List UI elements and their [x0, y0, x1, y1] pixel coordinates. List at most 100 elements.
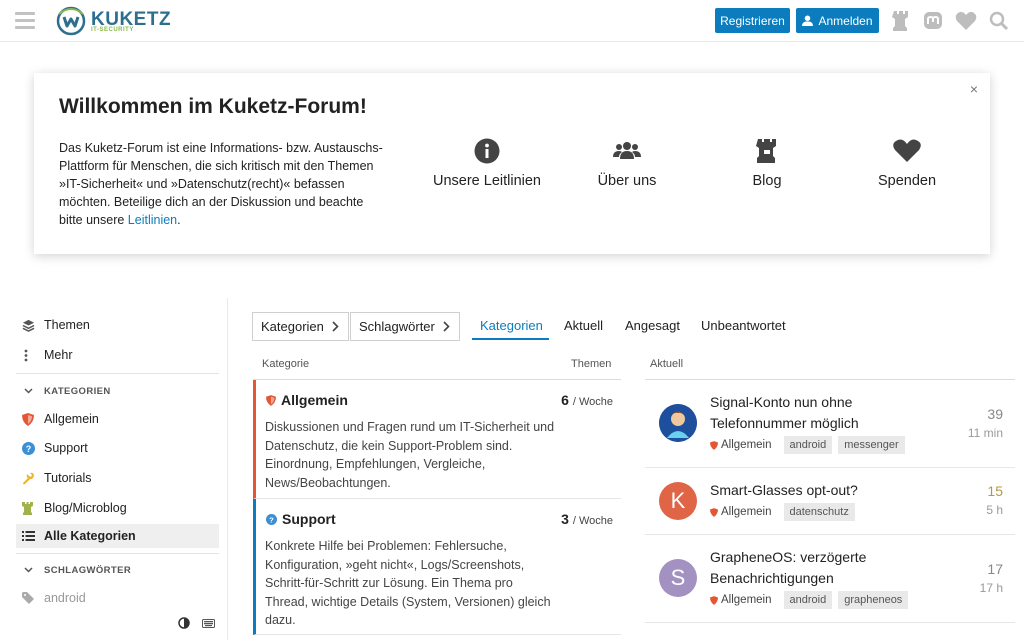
active-tab-indicator — [472, 338, 549, 340]
count-value: 6 — [561, 392, 569, 408]
topic-title[interactable]: Signal-Konto nun ohne Telefonnummer mögl… — [710, 392, 910, 434]
sidebar-item-more[interactable]: Mehr — [16, 343, 219, 367]
chess-rook-icon — [697, 137, 837, 165]
keyboard-icon[interactable] — [200, 616, 216, 630]
category-name[interactable]: ? Support — [266, 511, 336, 527]
sidebar-section-tags[interactable]: SCHLAGWÖRTER — [16, 559, 219, 581]
topic-tag[interactable]: android — [783, 591, 833, 609]
column-header-category[interactable]: Kategorie — [262, 358, 309, 370]
close-icon[interactable]: × — [970, 81, 978, 97]
category-name-label: Allgemein — [281, 392, 348, 408]
topic-category[interactable]: Allgemein — [710, 594, 772, 606]
dropdown-label: Kategorien — [261, 319, 324, 334]
column-header-topics[interactable]: Themen — [571, 358, 611, 370]
ellipsis-vertical-icon — [16, 349, 44, 362]
topic-row[interactable]: S GrapheneOS: verzögerte Benachrichtigun… — [645, 535, 1015, 623]
tab-latest[interactable]: Aktuell — [564, 318, 603, 333]
topic-tag[interactable]: messenger — [838, 436, 905, 454]
user-icon — [802, 15, 814, 26]
mastodon-icon[interactable] — [922, 10, 944, 32]
topic-age[interactable]: 5 h — [986, 503, 1003, 517]
tab-categories[interactable]: Kategorien — [480, 318, 543, 333]
topic-tag[interactable]: android — [783, 436, 833, 454]
banner-title: Willkommen im Kuketz-Forum! — [59, 95, 367, 118]
avatar[interactable] — [659, 404, 697, 442]
categories-dropdown[interactable]: Kategorien — [252, 312, 349, 341]
rook-icon — [16, 501, 44, 515]
sidebar-item-topics[interactable]: Themen — [16, 313, 219, 337]
topic-title[interactable]: GrapheneOS: verzögerte Benachrichtigunge… — [710, 547, 910, 589]
tag-icon — [16, 592, 44, 604]
link-about[interactable]: Über uns — [557, 137, 697, 189]
site-logo[interactable]: KUKETZ IT-SECURITY — [54, 5, 171, 37]
topic-title[interactable]: Smart-Glasses opt-out? — [710, 480, 910, 501]
layers-icon — [16, 319, 44, 332]
tags-dropdown[interactable]: Schlagwörter — [350, 312, 460, 341]
topic-reply-count[interactable]: 39 — [987, 406, 1003, 422]
welcome-banner: Willkommen im Kuketz-Forum! × Das Kuketz… — [34, 73, 990, 254]
logo-subtext: IT-SECURITY — [91, 27, 134, 33]
column-header-latest: Aktuell — [650, 358, 684, 370]
chevron-right-icon — [332, 321, 339, 332]
shield-icon — [16, 412, 44, 426]
banner-text-end: . — [177, 213, 181, 227]
link-donate[interactable]: Spenden — [837, 137, 977, 189]
sidebar-item-label: android — [44, 591, 86, 605]
category-name[interactable]: Allgemein — [266, 392, 348, 408]
tab-unanswered[interactable]: Unbeantwortet — [701, 318, 786, 333]
sidebar-item-label: Tutorials — [44, 471, 92, 485]
topic-row[interactable]: Signal-Konto nun ohne Telefonnummer mögl… — [645, 380, 1015, 468]
login-button[interactable]: Anmelden — [796, 8, 879, 33]
category-name-label: Support — [282, 511, 336, 527]
link-blog-label: Blog — [752, 173, 782, 189]
topic-age[interactable]: 11 min — [968, 426, 1003, 440]
sidebar: Themen Mehr KATEGORIEN Allgemein ? Suppo… — [0, 298, 228, 640]
category-row-support[interactable]: ? Support Konkrete Hilfe bei Problemen: … — [253, 499, 621, 635]
sidebar-item-tutorials[interactable]: Tutorials — [16, 466, 219, 490]
tab-hot[interactable]: Angesagt — [625, 318, 680, 333]
sidebar-item-blog[interactable]: Blog/Microblog — [16, 496, 219, 520]
sidebar-divider — [16, 373, 219, 374]
topic-category-label: Allgemein — [721, 439, 772, 451]
topic-category[interactable]: Allgemein — [710, 439, 772, 451]
topic-tag[interactable]: grapheneos — [838, 591, 909, 609]
sidebar-item-allgemein[interactable]: Allgemein — [16, 407, 219, 431]
topic-meta: Allgemein datenschutz — [710, 503, 855, 521]
heart-icon[interactable] — [955, 10, 977, 32]
sidebar-item-support[interactable]: ? Support — [16, 436, 219, 460]
sidebar-divider — [16, 553, 219, 554]
topic-category[interactable]: Allgemein — [710, 506, 772, 518]
chess-rook-icon[interactable] — [890, 10, 912, 32]
topic-age[interactable]: 17 h — [980, 581, 1003, 595]
question-circle-icon: ? — [16, 441, 44, 455]
logo-shield-icon — [56, 6, 86, 36]
heart-icon — [837, 137, 977, 165]
register-button[interactable]: Registrieren — [715, 8, 790, 33]
avatar[interactable]: S — [659, 559, 697, 597]
link-donate-label: Spenden — [877, 173, 937, 189]
login-label: Anmelden — [818, 13, 873, 28]
sidebar-item-tag-android[interactable]: android — [16, 586, 219, 610]
link-guidelines[interactable]: Unsere Leitlinien — [417, 137, 557, 189]
topic-tag[interactable]: datenschutz — [783, 503, 855, 521]
avatar[interactable]: K — [659, 482, 697, 520]
sidebar-section-categories[interactable]: KATEGORIEN — [16, 380, 219, 402]
topic-reply-count[interactable]: 15 — [987, 483, 1003, 499]
topic-row[interactable]: K Smart-Glasses opt-out? Allgemein daten… — [645, 468, 1015, 535]
category-row-allgemein[interactable]: Allgemein Diskussionen und Fragen rund u… — [253, 380, 621, 499]
sidebar-item-all-categories[interactable]: Alle Kategorien — [16, 524, 219, 548]
category-topic-count: 3 / Woche — [561, 511, 613, 527]
shield-icon — [710, 595, 718, 605]
dropdown-label: Schlagwörter — [359, 319, 435, 334]
shield-icon — [710, 440, 718, 450]
guidelines-link[interactable]: Leitlinien — [128, 213, 177, 227]
svg-text:?: ? — [269, 515, 274, 524]
theme-toggle-icon[interactable] — [176, 616, 192, 630]
topic-reply-count[interactable]: 17 — [987, 561, 1003, 577]
menu-icon[interactable] — [15, 12, 35, 30]
banner-text-body: Das Kuketz-Forum ist eine Informations- … — [59, 141, 383, 227]
search-icon[interactable] — [988, 10, 1010, 32]
wrench-icon — [16, 472, 44, 485]
sidebar-item-label: Support — [44, 441, 88, 455]
link-blog[interactable]: Blog — [697, 137, 837, 189]
